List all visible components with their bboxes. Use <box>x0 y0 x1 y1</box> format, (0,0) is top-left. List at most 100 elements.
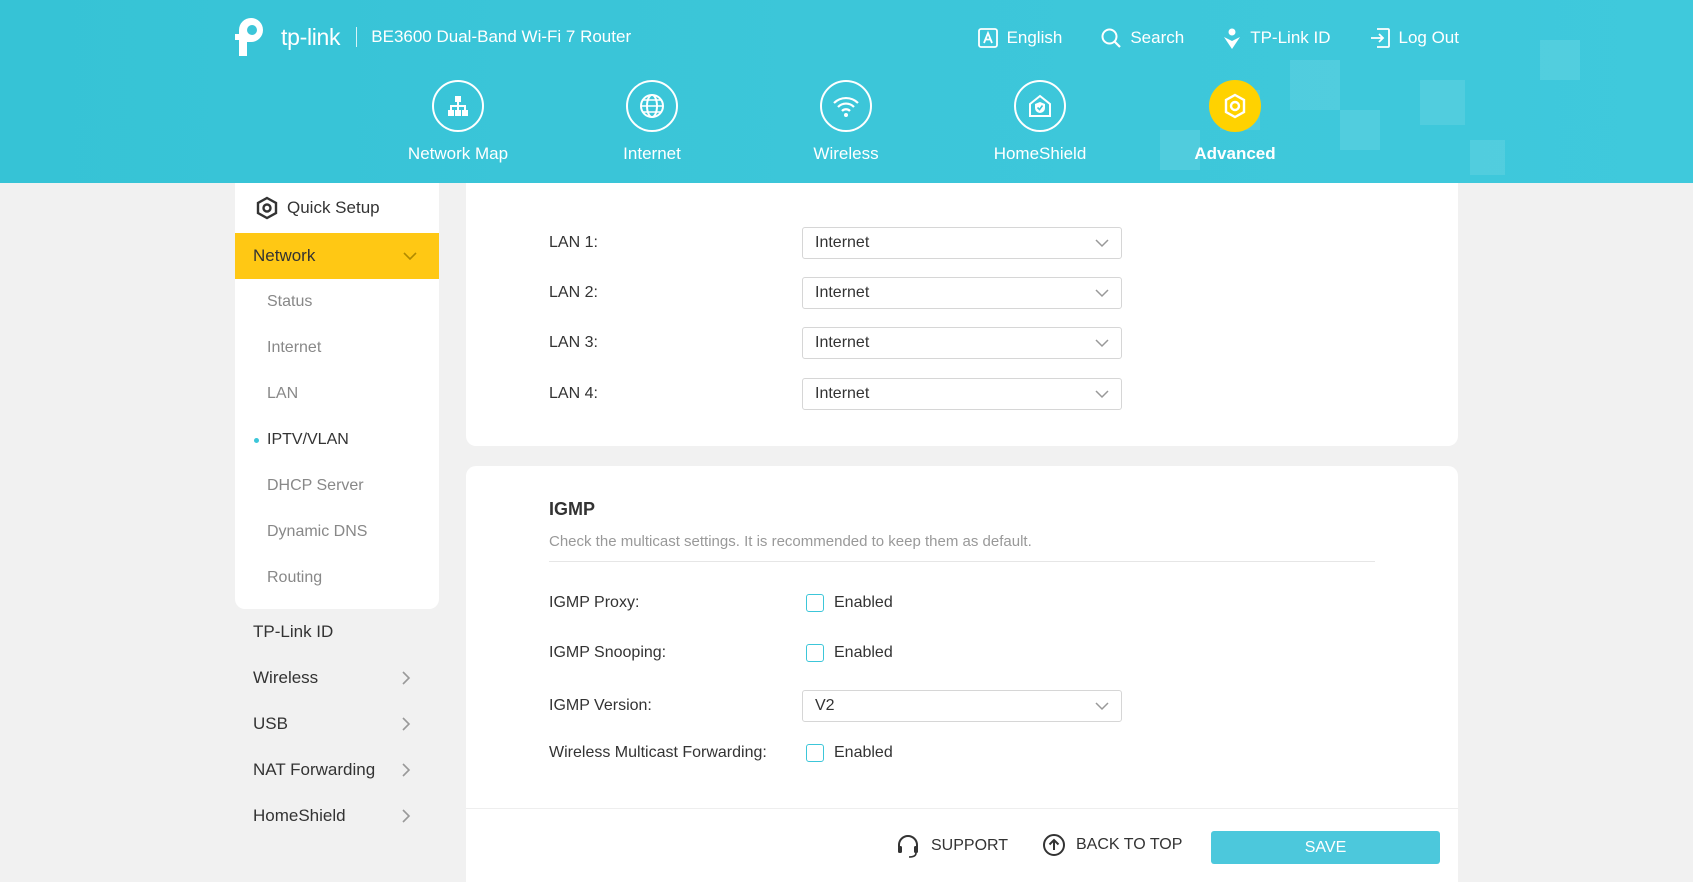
save-button[interactable]: SAVE <box>1211 831 1440 864</box>
sidebar-item-tplink-id[interactable]: TP-Link ID <box>235 609 439 655</box>
wmf-label: Wireless Multicast Forwarding: <box>549 744 767 761</box>
igmp-description: Check the multicast settings. It is reco… <box>549 533 1032 550</box>
sidebar-card: Quick Setup Network Status Internet LAN … <box>235 183 439 609</box>
sidebar: Quick Setup Network Status Internet LAN … <box>235 183 439 882</box>
arrow-up-circle-icon <box>1043 834 1065 856</box>
igmp-version-label: IGMP Version: <box>549 697 652 714</box>
chevron-down-icon <box>1095 238 1109 247</box>
language-label: English <box>1006 28 1063 47</box>
main-nav: Network Map Internet Wireless HomeShield… <box>0 80 1693 180</box>
sidebar-item-usb[interactable]: USB <box>235 701 439 747</box>
lan3-row: LAN 3: Internet <box>549 327 1122 359</box>
language-icon <box>977 28 998 48</box>
sidebar-item-label: NAT Forwarding <box>253 760 376 779</box>
igmp-snooping-label: IGMP Snooping: <box>549 644 667 661</box>
lan2-value: Internet <box>815 284 870 301</box>
lan3-label: LAN 3: <box>549 334 598 351</box>
sidebar-item-nat-forwarding[interactable]: NAT Forwarding <box>235 747 439 793</box>
model-name: BE3600 Dual-Band Wi-Fi 7 Router <box>371 27 632 46</box>
chevron-right-icon <box>402 717 411 731</box>
tab-wireless[interactable]: Wireless <box>776 80 916 164</box>
lan2-select[interactable]: Internet <box>802 277 1122 309</box>
tab-network-map[interactable]: Network Map <box>388 80 528 164</box>
lan-ports-card: LAN 1: Internet LAN 2: Internet LAN 3: I… <box>466 183 1458 446</box>
logout-link[interactable]: Log Out <box>1369 27 1460 49</box>
tplink-id-label: TP-Link ID <box>1250 28 1331 47</box>
sidebar-sub-iptv-vlan[interactable]: IPTV/VLAN <box>235 417 439 463</box>
sidebar-sub-dhcp-server[interactable]: DHCP Server <box>235 463 439 509</box>
tplink-logo[interactable]: tp-link BE3600 Dual-Band Wi-Fi 7 Router <box>235 16 631 58</box>
igmp-version-row: IGMP Version: V2 <box>549 690 1122 722</box>
top-links: English Search TP-Link ID Log Out <box>939 27 1459 49</box>
wifi-icon <box>833 96 859 117</box>
enabled-label: Enabled <box>834 644 893 661</box>
igmp-snooping-checkbox[interactable]: Enabled <box>806 644 893 662</box>
chevron-down-icon <box>403 252 417 261</box>
sidebar-item-network[interactable]: Network <box>235 233 439 279</box>
lan4-select[interactable]: Internet <box>802 378 1122 410</box>
chevron-right-icon <box>402 671 411 685</box>
globe-icon <box>640 94 664 118</box>
homeshield-icon <box>1029 94 1051 117</box>
logout-label: Log Out <box>1398 28 1460 47</box>
footer-bar: SUPPORT BACK TO TOP SAVE <box>466 808 1458 882</box>
tplink-id-link[interactable]: TP-Link ID <box>1222 27 1331 49</box>
tab-homeshield-label: HomeShield <box>993 144 1087 163</box>
back-to-top-link[interactable]: BACK TO TOP <box>1042 833 1182 857</box>
lan1-select[interactable]: Internet <box>802 227 1122 259</box>
lan1-value: Internet <box>815 234 870 251</box>
lan3-value: Internet <box>815 334 870 351</box>
sidebar-sub-dynamic-dns[interactable]: Dynamic DNS <box>235 509 439 555</box>
tab-advanced[interactable]: Advanced <box>1165 80 1305 164</box>
chevron-down-icon <box>1095 338 1109 347</box>
gear-icon <box>1224 93 1246 119</box>
tplink-id-icon <box>1224 28 1241 49</box>
checkbox-box <box>806 644 824 662</box>
logout-icon <box>1370 28 1390 48</box>
chevron-down-icon <box>1095 288 1109 297</box>
igmp-proxy-row: IGMP Proxy: Enabled <box>549 594 893 612</box>
sidebar-item-wireless[interactable]: Wireless <box>235 655 439 701</box>
enabled-label: Enabled <box>834 744 893 761</box>
lan2-row: LAN 2: Internet <box>549 277 1122 309</box>
headset-icon <box>898 835 918 858</box>
tab-homeshield[interactable]: HomeShield <box>970 80 1110 164</box>
back-to-top-label: BACK TO TOP <box>1076 836 1183 853</box>
sidebar-sub-status[interactable]: Status <box>235 279 439 325</box>
lan3-select[interactable]: Internet <box>802 327 1122 359</box>
igmp-version-value: V2 <box>815 697 835 714</box>
logo-divider <box>356 27 358 47</box>
chevron-right-icon <box>402 809 411 823</box>
search-link[interactable]: Search <box>1100 27 1184 49</box>
sidebar-item-label: Wireless <box>253 668 319 687</box>
tab-advanced-label: Advanced <box>1194 144 1276 163</box>
sidebar-sub-lan[interactable]: LAN <box>235 371 439 417</box>
lan4-value: Internet <box>815 385 870 402</box>
sidebar-item-label: TP-Link ID <box>253 622 334 641</box>
igmp-proxy-checkbox[interactable]: Enabled <box>806 594 893 612</box>
tplink-logo-icon <box>235 16 277 58</box>
sidebar-item-label: USB <box>253 714 288 733</box>
wmf-row: Wireless Multicast Forwarding: Enabled <box>549 744 893 762</box>
igmp-proxy-label: IGMP Proxy: <box>549 594 640 611</box>
igmp-version-select[interactable]: V2 <box>802 690 1122 722</box>
language-link[interactable]: English <box>977 27 1063 49</box>
brand-name: tp-link <box>281 23 341 50</box>
igmp-divider <box>549 561 1375 562</box>
tab-wireless-label: Wireless <box>813 144 879 163</box>
tab-internet-label: Internet <box>623 144 681 163</box>
chevron-down-icon <box>1095 389 1109 398</box>
sidebar-sub-internet[interactable]: Internet <box>235 325 439 371</box>
lan2-label: LAN 2: <box>549 284 598 301</box>
lan1-row: LAN 1: Internet <box>549 227 1122 259</box>
sidebar-item-quick-setup[interactable]: Quick Setup <box>235 183 439 233</box>
lan1-label: LAN 1: <box>549 234 598 251</box>
checkbox-box <box>806 744 824 762</box>
tab-internet[interactable]: Internet <box>582 80 722 164</box>
sidebar-item-homeshield[interactable]: HomeShield <box>235 793 439 839</box>
sidebar-sub-routing[interactable]: Routing <box>235 555 439 601</box>
chevron-down-icon <box>1095 701 1109 710</box>
lan4-label: LAN 4: <box>549 385 598 402</box>
wmf-checkbox[interactable]: Enabled <box>806 744 893 762</box>
support-link[interactable]: SUPPORT <box>895 833 1008 859</box>
